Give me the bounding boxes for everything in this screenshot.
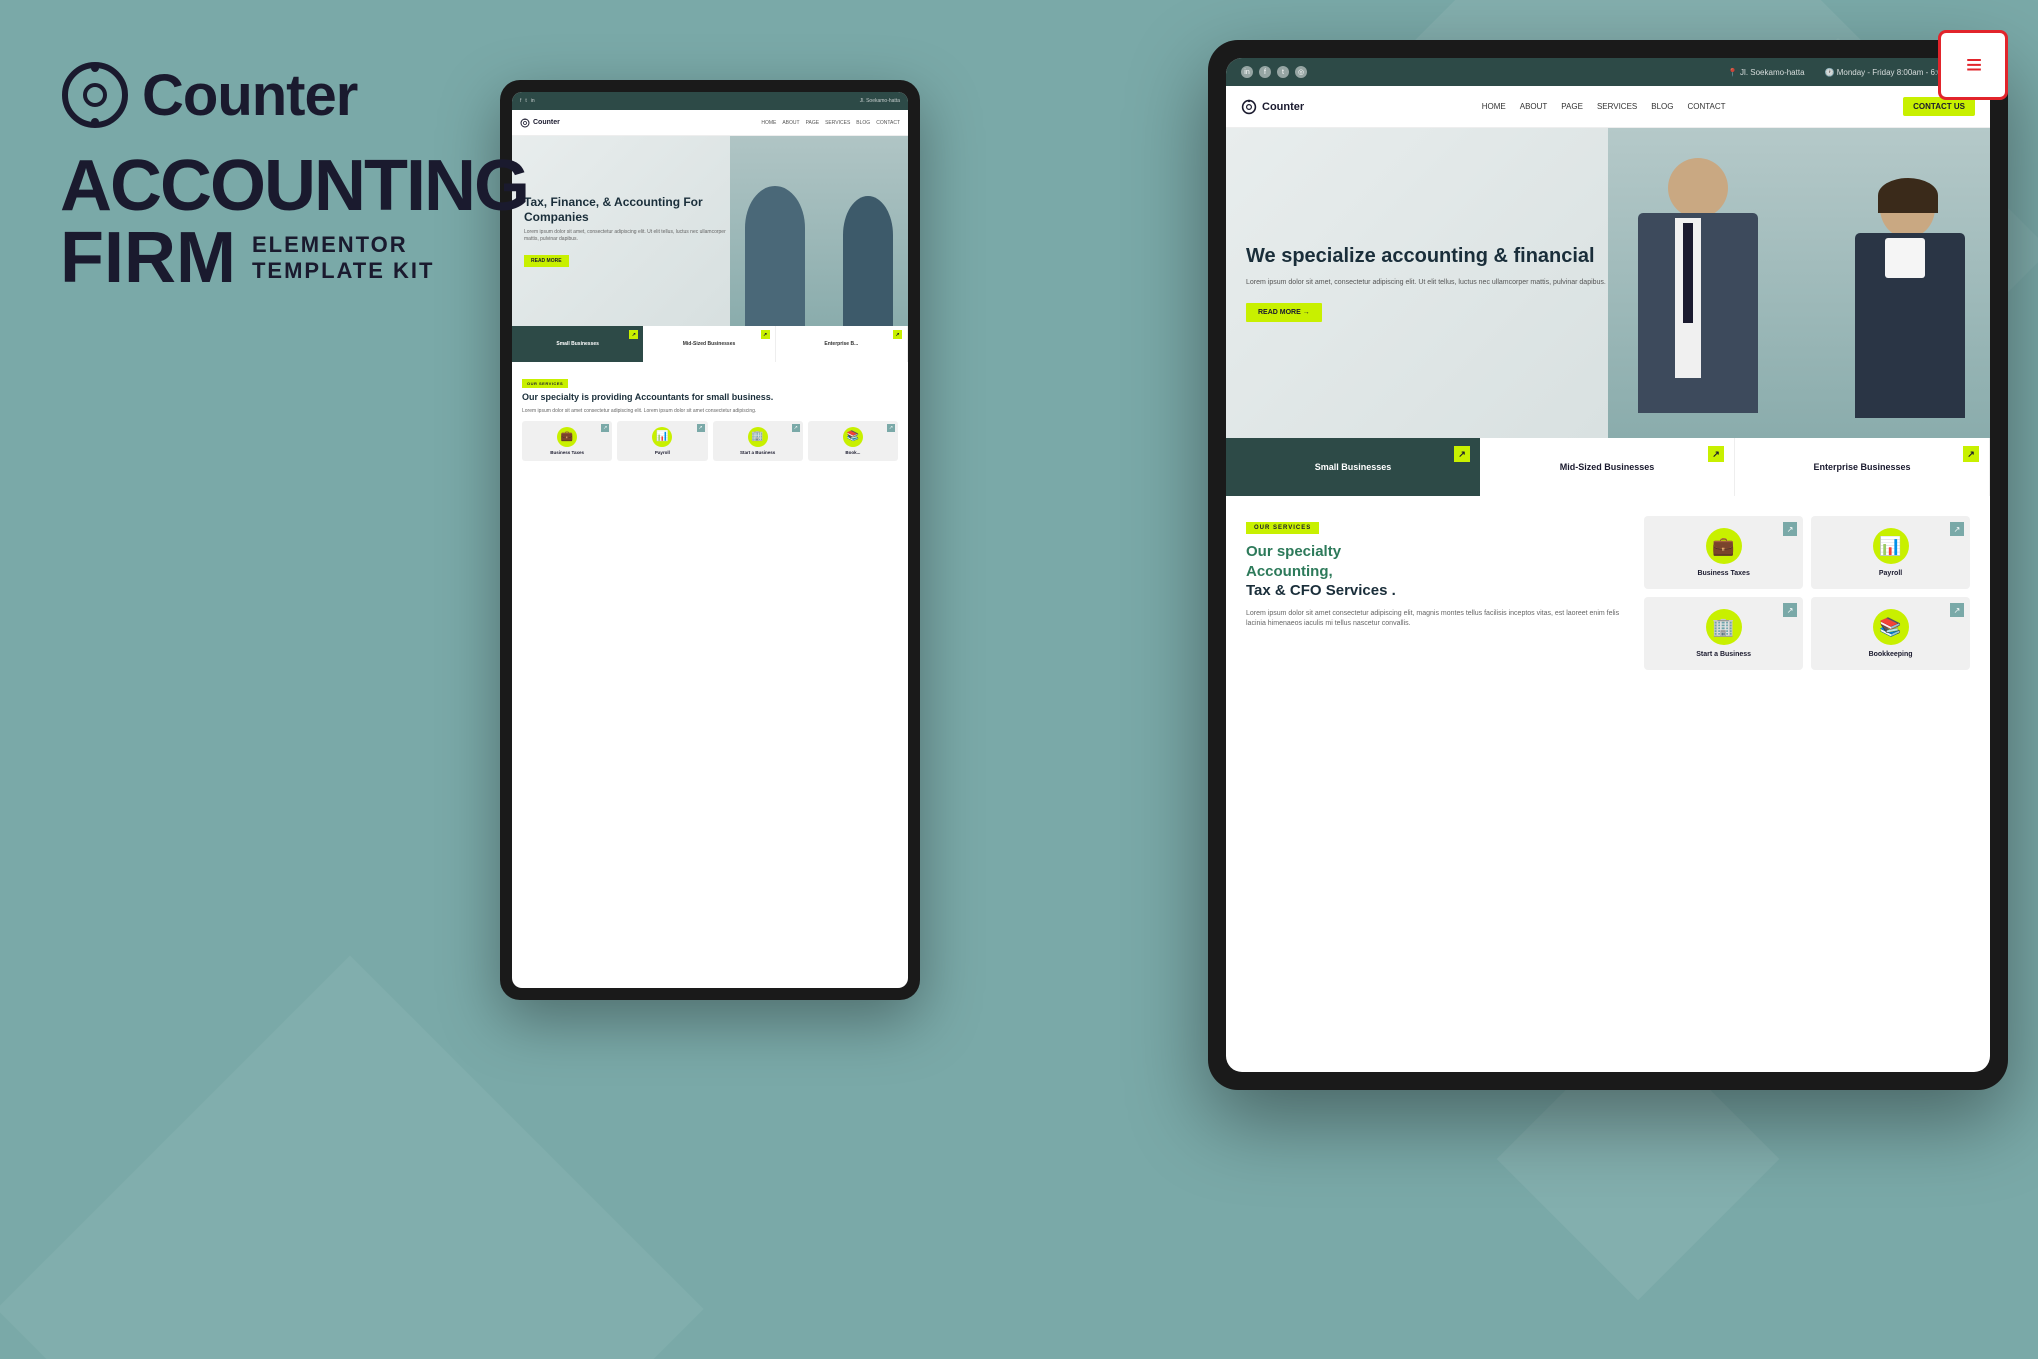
small-nav-links: HOME ABOUT PAGE SERVICES BLOG CONTACT	[761, 120, 900, 126]
small-tab-businesses[interactable]: Small Businesses ↗	[512, 326, 643, 362]
service-card-label-3: Start a Business	[1696, 651, 1751, 658]
tagline-accounting: ACCOUNTING FIRM ELEMENTOR TEMPLATE KIT	[60, 150, 610, 294]
small-service-card-4[interactable]: ↗ 📚 Book...	[808, 421, 898, 461]
firm-row: FIRM ELEMENTOR TEMPLATE KIT	[60, 222, 610, 294]
business-tabs: Small Businesses ↗ Mid-Sized Businesses …	[1226, 438, 1990, 496]
tab-arrow-1: ↗	[1454, 446, 1470, 462]
small-services-title: Our specialty is providing Accountants f…	[522, 392, 898, 404]
service-card-start-business[interactable]: ↗ 🏢 Start a Business	[1644, 597, 1803, 670]
tab-enterprise-businesses[interactable]: Enterprise Businesses ↗	[1735, 438, 1990, 496]
small-card-arrow-1: ↗	[601, 424, 609, 432]
small-card-arrow-4: ↗	[887, 424, 895, 432]
tagline-sub: ELEMENTOR TEMPLATE KIT	[252, 232, 434, 285]
elementor-badge: ≡	[1938, 30, 2008, 100]
devices-container: f t in Jl. Soekamo-hatta Counter HOME AB…	[480, 0, 2038, 1359]
service-card-arrow-3: ↗	[1783, 603, 1797, 617]
hero-cta-button[interactable]: READ MORE →	[1246, 303, 1322, 322]
person-woman	[1850, 178, 1970, 438]
small-card-icon-2: 📊	[652, 427, 672, 447]
person-man	[1628, 158, 1768, 438]
small-card-label-3: Start a Business	[740, 450, 775, 455]
hero-desc: Lorem ipsum dolor sit amet, consectetur …	[1246, 278, 1626, 289]
service-card-business-taxes[interactable]: ↗ 💼 Business Taxes	[1644, 516, 1803, 589]
services-cards-grid: ↗ 💼 Business Taxes ↗ 📊 Payroll ↗ 🏢	[1644, 516, 1970, 670]
small-tab-arrow-2: ↗	[761, 330, 770, 339]
services-desc: Lorem ipsum dolor sit amet consectetur a…	[1246, 609, 1624, 630]
small-tab-arrow-3: ↗	[893, 330, 902, 339]
service-card-bookkeeping[interactable]: ↗ 📚 Bookkeeping	[1811, 597, 1970, 670]
services-label: OUR SERVICES	[1246, 522, 1319, 534]
topbar-icon-f: f	[1259, 66, 1271, 78]
service-card-arrow-4: ↗	[1950, 603, 1964, 617]
people-figure	[1608, 128, 1990, 438]
service-card-arrow-1: ↗	[1783, 522, 1797, 536]
hero-image-area	[1608, 128, 1990, 438]
tablet-screen: in f t ◎ 📍 Jl. Soekamo-hatta 🕐 Monday - …	[1226, 58, 1990, 1072]
small-service-card-2[interactable]: ↗ 📊 Payroll	[617, 421, 707, 461]
tab-arrow-3: ↗	[1963, 446, 1979, 462]
nav-link-page[interactable]: PAGE	[1561, 102, 1583, 111]
small-card-arrow-2: ↗	[697, 424, 705, 432]
small-tabs: Small Businesses ↗ Mid-Sized Businesses …	[512, 326, 908, 362]
small-tab-midsized[interactable]: Mid-Sized Businesses ↗	[643, 326, 775, 362]
topbar-icon-t: t	[1277, 66, 1289, 78]
topbar-icon-ig: ◎	[1295, 66, 1307, 78]
nav-link-home[interactable]: HOME	[1482, 102, 1506, 111]
services-title: Our specialty Accounting, Tax & CFO Serv…	[1246, 542, 1624, 601]
website-nav-links: HOME ABOUT PAGE SERVICES BLOG CONTACT	[1482, 102, 1726, 111]
small-card-icon-1: 💼	[557, 427, 577, 447]
service-card-payroll[interactable]: ↗ 📊 Payroll	[1811, 516, 1970, 589]
service-card-label-1: Business Taxes	[1697, 570, 1749, 577]
small-card-icon-4: 📚	[843, 427, 863, 447]
nav-logo-text: Counter	[1262, 101, 1304, 113]
website-topbar: in f t ◎ 📍 Jl. Soekamo-hatta 🕐 Monday - …	[1226, 58, 1990, 86]
small-service-cards: ↗ 💼 Business Taxes ↗ 📊 Payroll ↗ 🏢 Start…	[522, 421, 898, 461]
small-services-label: OUR SERVICES	[522, 379, 568, 388]
topbar-icon-in: in	[1241, 66, 1253, 78]
small-tab-enterprise[interactable]: Enterprise B... ↗	[776, 326, 908, 362]
brand-logo: Counter	[60, 60, 610, 130]
small-card-label-4: Book...	[845, 450, 860, 455]
website-navbar: Counter HOME ABOUT PAGE SERVICES BLOG CO…	[1226, 86, 1990, 128]
services-text: OUR SERVICES Our specialty Accounting, T…	[1246, 516, 1624, 670]
service-card-icon-4: 📚	[1873, 609, 1909, 645]
tab-midsized-businesses[interactable]: Mid-Sized Businesses ↗	[1480, 438, 1735, 496]
service-card-label-4: Bookkeeping	[1869, 651, 1913, 658]
small-hero-image	[730, 136, 908, 326]
hero-content: We specialize accounting & financial Lor…	[1226, 219, 1646, 347]
small-service-card-3[interactable]: ↗ 🏢 Start a Business	[713, 421, 803, 461]
left-panel: Counter ACCOUNTING FIRM ELEMENTOR TEMPLA…	[60, 60, 610, 294]
small-card-icon-3: 🏢	[748, 427, 768, 447]
website-nav-logo: Counter	[1241, 99, 1304, 115]
tab-arrow-2: ↗	[1708, 446, 1724, 462]
small-person-1	[745, 186, 805, 326]
hero-title: We specialize accounting & financial	[1246, 244, 1626, 268]
nav-link-about[interactable]: ABOUT	[1520, 102, 1548, 111]
nav-link-blog[interactable]: BLOG	[1651, 102, 1673, 111]
small-service-card-1[interactable]: ↗ 💼 Business Taxes	[522, 421, 612, 461]
service-card-label-2: Payroll	[1879, 570, 1902, 577]
small-tab-arrow-1: ↗	[629, 330, 638, 339]
service-card-icon-1: 💼	[1706, 528, 1742, 564]
service-card-arrow-2: ↗	[1950, 522, 1964, 536]
tablet-main: in f t ◎ 📍 Jl. Soekamo-hatta 🕐 Monday - …	[1208, 40, 2008, 1090]
small-person-2	[843, 196, 893, 326]
small-card-label-1: Business Taxes	[550, 450, 584, 455]
nav-link-services[interactable]: SERVICES	[1597, 102, 1637, 111]
service-card-icon-2: 📊	[1873, 528, 1909, 564]
small-services-desc: Lorem ipsum dolor sit amet consectetur a…	[522, 408, 898, 415]
brand-name: Counter	[142, 62, 357, 129]
website-hero: We specialize accounting & financial Lor…	[1226, 128, 1990, 438]
small-card-label-2: Payroll	[655, 450, 670, 455]
small-services: OUR SERVICES Our specialty is providing …	[512, 362, 908, 471]
logo-icon	[60, 60, 130, 130]
services-section: OUR SERVICES Our specialty Accounting, T…	[1226, 496, 1990, 690]
tab-small-businesses[interactable]: Small Businesses ↗	[1226, 438, 1480, 496]
topbar-social-icons: in f t ◎	[1241, 66, 1307, 78]
small-card-arrow-3: ↗	[792, 424, 800, 432]
nav-link-contact[interactable]: CONTACT	[1687, 102, 1725, 111]
service-card-icon-3: 🏢	[1706, 609, 1742, 645]
